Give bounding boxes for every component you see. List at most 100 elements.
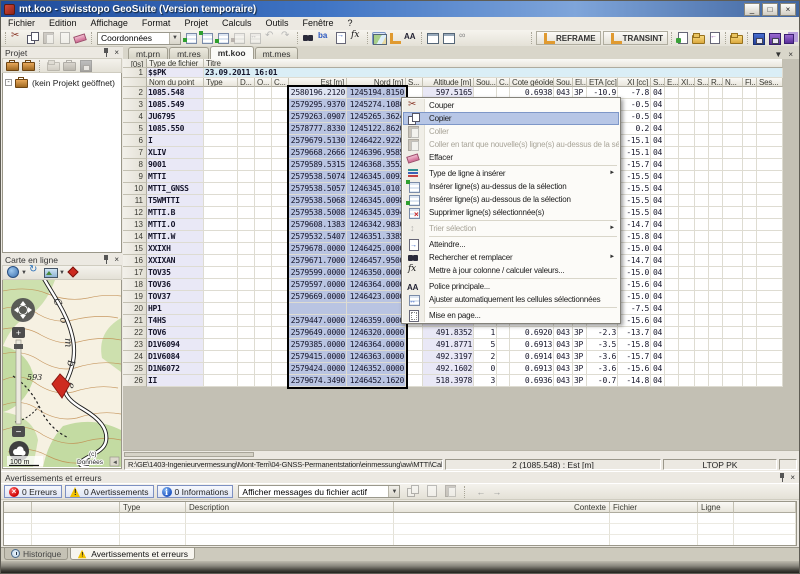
cell-r[interactable] xyxy=(709,267,723,279)
cell-type[interactable] xyxy=(204,267,238,279)
toolbar-grip[interactable] xyxy=(421,32,422,44)
cell-n2[interactable] xyxy=(723,99,743,111)
message-column-header[interactable]: Contexte xyxy=(394,502,610,513)
cell-xi2[interactable] xyxy=(679,111,695,123)
cell-name[interactable]: 1085.549 xyxy=(147,99,204,111)
cell-c2[interactable] xyxy=(497,339,510,351)
row-number[interactable]: 2 xyxy=(123,87,147,99)
cell-xi[interactable]: -15.5 xyxy=(618,195,651,207)
cell-nord[interactable]: 1246425.0000 xyxy=(347,243,406,255)
cell-fl[interactable] xyxy=(743,135,757,147)
cell-nord[interactable]: 1246423.0000 xyxy=(347,291,406,303)
cell-c[interactable] xyxy=(272,87,289,99)
cell-s3[interactable] xyxy=(695,195,709,207)
cell-r[interactable] xyxy=(709,111,723,123)
cell-name[interactable]: I xyxy=(147,135,204,147)
menu-item-2[interactable]: Affichage xyxy=(84,17,135,30)
scrollbar-thumb[interactable] xyxy=(124,452,254,457)
cell-est[interactable]: 2579295.9370 xyxy=(289,99,347,111)
cell-d[interactable] xyxy=(238,243,255,255)
toolbar-grip[interactable] xyxy=(531,32,532,44)
column-header[interactable]: XI... xyxy=(679,78,695,87)
cell-fl[interactable] xyxy=(743,351,757,363)
cell-sou1[interactable]: 3 xyxy=(474,375,497,387)
menu-item-0[interactable]: Fichier xyxy=(1,17,42,30)
new-file-icon[interactable] xyxy=(676,32,690,45)
menu-item-1[interactable]: Edition xyxy=(42,17,84,30)
cell-n2[interactable] xyxy=(723,351,743,363)
row-number[interactable]: 3 xyxy=(123,99,147,111)
cell-s2[interactable]: 04 xyxy=(651,207,665,219)
cell-geoid[interactable]: 0.6913 xyxy=(510,363,554,375)
cell-r[interactable] xyxy=(709,231,723,243)
context-menu-item-18[interactable]: Ajuster automatiquement les cellules sél… xyxy=(403,293,619,306)
cell-xi2[interactable] xyxy=(679,147,695,159)
cell-c[interactable] xyxy=(272,231,289,243)
cell-fl[interactable] xyxy=(743,87,757,99)
cell-xi[interactable]: -15.8 xyxy=(618,231,651,243)
cell-d[interactable] xyxy=(238,375,255,387)
cell-fl[interactable] xyxy=(743,231,757,243)
cell-ses[interactable] xyxy=(757,279,783,291)
cell-d[interactable] xyxy=(238,267,255,279)
cell-s3[interactable] xyxy=(695,159,709,171)
column-header[interactable]: S... xyxy=(406,78,423,87)
cell-s3[interactable] xyxy=(695,363,709,375)
cell-n2[interactable] xyxy=(723,339,743,351)
row-number[interactable]: 4 xyxy=(123,111,147,123)
cell-fl[interactable] xyxy=(743,255,757,267)
cell-s3[interactable] xyxy=(695,219,709,231)
cell-xi2[interactable] xyxy=(679,351,695,363)
cell-s3[interactable] xyxy=(695,87,709,99)
cell-est[interactable]: 2579668.2666 xyxy=(289,147,347,159)
cell-o[interactable] xyxy=(255,135,272,147)
cell-d[interactable] xyxy=(238,363,255,375)
errors-filter-button[interactable]: ×0 Erreurs xyxy=(4,485,62,498)
cell-n2[interactable] xyxy=(723,231,743,243)
cell-n2[interactable] xyxy=(723,363,743,375)
column-header[interactable]: [0s] xyxy=(123,59,147,68)
cell-s3[interactable] xyxy=(695,171,709,183)
cell-o[interactable] xyxy=(255,99,272,111)
cell-xi2[interactable] xyxy=(679,207,695,219)
cell-fl[interactable] xyxy=(743,375,757,387)
cell-o[interactable] xyxy=(255,303,272,315)
row-number[interactable]: 22 xyxy=(123,327,147,339)
column-header[interactable]: El... xyxy=(573,78,587,87)
cell-r[interactable] xyxy=(709,351,723,363)
cell-e[interactable] xyxy=(665,135,679,147)
cell-fl[interactable] xyxy=(743,195,757,207)
cell-xi[interactable]: -15.0 xyxy=(618,291,651,303)
cell-type[interactable] xyxy=(204,99,238,111)
cell-nord[interactable]: 1245122.8620 xyxy=(347,123,406,135)
row-number[interactable]: 23 xyxy=(123,339,147,351)
cell-o[interactable] xyxy=(255,183,272,195)
close-button[interactable]: × xyxy=(780,3,796,16)
cell-o[interactable] xyxy=(255,291,272,303)
column-header[interactable]: Titre xyxy=(204,59,783,68)
cell-type[interactable] xyxy=(204,243,238,255)
column-header[interactable]: Altitude [m] xyxy=(423,78,474,87)
cell-xi[interactable]: 0.2 xyxy=(618,123,651,135)
cell-ses[interactable] xyxy=(757,183,783,195)
cell-est[interactable]: 2579538.5008 xyxy=(289,207,347,219)
cell-d[interactable] xyxy=(238,231,255,243)
menu-item-8[interactable]: ? xyxy=(341,17,360,30)
cell-o[interactable] xyxy=(255,207,272,219)
insert-line-type-icon[interactable] xyxy=(184,32,198,45)
row-number[interactable]: 19 xyxy=(123,291,147,303)
map-pan-control[interactable] xyxy=(11,298,35,322)
cell-c[interactable] xyxy=(272,135,289,147)
cell-est[interactable]: 2579608.1383 xyxy=(289,219,347,231)
cell-fl[interactable] xyxy=(743,123,757,135)
cell-e[interactable] xyxy=(665,339,679,351)
tab-historique[interactable]: Historique xyxy=(4,548,68,560)
cell-type[interactable] xyxy=(204,327,238,339)
cell-o[interactable] xyxy=(255,87,272,99)
chevron-down-icon[interactable]: ▼ xyxy=(21,270,27,276)
row-number[interactable]: 18 xyxy=(123,279,147,291)
menu-item-3[interactable]: Format xyxy=(135,17,178,30)
cell-type[interactable] xyxy=(204,87,238,99)
cell-c[interactable] xyxy=(272,219,289,231)
cell-s2[interactable]: 04 xyxy=(651,195,665,207)
